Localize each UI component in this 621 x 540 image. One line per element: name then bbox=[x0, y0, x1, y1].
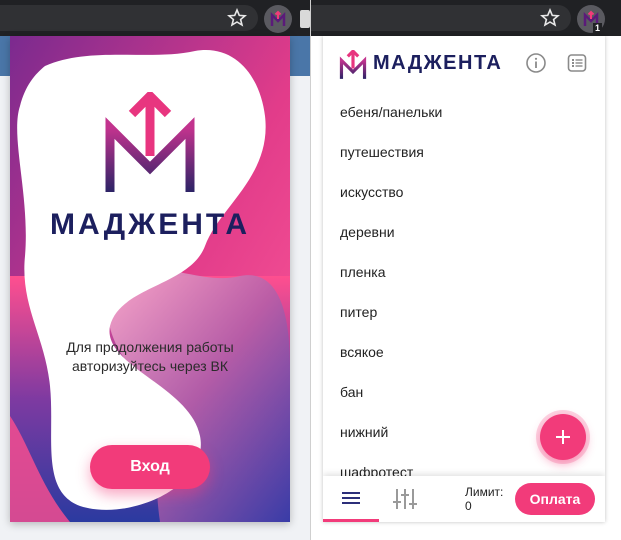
magenta-logo-icon bbox=[339, 50, 367, 79]
bottom-bar: Лимит: 0 Оплата bbox=[323, 476, 605, 522]
tag-item[interactable]: всякое bbox=[323, 332, 605, 372]
tab-edge bbox=[300, 10, 310, 28]
star-icon[interactable] bbox=[227, 8, 247, 28]
address-bar[interactable] bbox=[0, 5, 258, 31]
tag-item[interactable]: деревни bbox=[323, 212, 605, 252]
login-window: МАДЖЕНТА Для продолжения работы авторизу… bbox=[0, 0, 310, 540]
brand-title: МАДЖЕНТА bbox=[373, 52, 503, 74]
tab-filters[interactable] bbox=[381, 476, 431, 522]
brand-title: МАДЖЕНТА bbox=[49, 208, 251, 241]
login-popup: МАДЖЕНТА Для продолжения работы авторизу… bbox=[10, 36, 290, 522]
auth-message: Для продолжения работы авторизуйтесь чер… bbox=[40, 338, 260, 376]
tag-item[interactable]: бан bbox=[323, 372, 605, 412]
tag-item[interactable]: питер bbox=[323, 292, 605, 332]
extension-badge: 1 bbox=[593, 23, 603, 34]
tag-item[interactable]: пленка bbox=[323, 252, 605, 292]
magenta-logo-icon bbox=[105, 92, 195, 192]
sliders-icon bbox=[393, 489, 417, 509]
list-icon[interactable] bbox=[566, 52, 588, 74]
magenta-extension-icon[interactable] bbox=[264, 5, 292, 33]
pay-button[interactable]: Оплата bbox=[515, 483, 595, 515]
browser-toolbar bbox=[0, 0, 310, 36]
auth-message-line1: Для продолжения работы bbox=[66, 339, 234, 355]
star-icon[interactable] bbox=[540, 8, 560, 28]
tab-list[interactable] bbox=[323, 476, 379, 522]
add-tag-button[interactable] bbox=[540, 414, 586, 460]
auth-message-line2: авторизуйтесь через ВК bbox=[71, 358, 229, 374]
info-icon[interactable] bbox=[525, 52, 547, 74]
tag-item[interactable]: ебеня/панельки bbox=[323, 92, 605, 132]
tags-window: 1 МАДЖЕНТА ебеня/панельки путешествия ис… bbox=[311, 0, 621, 540]
list-lines-icon bbox=[342, 492, 360, 504]
browser-toolbar: 1 bbox=[311, 0, 621, 36]
address-bar[interactable] bbox=[311, 5, 571, 31]
tag-item[interactable]: путешествия bbox=[323, 132, 605, 172]
tag-item[interactable]: искусство bbox=[323, 172, 605, 212]
popup-header: МАДЖЕНТА bbox=[323, 36, 605, 92]
login-button[interactable]: Вход bbox=[90, 445, 210, 489]
limit-label: Лимит: bbox=[465, 485, 504, 499]
tags-popup: МАДЖЕНТА ебеня/панельки путешествия иску… bbox=[323, 36, 605, 522]
limit-value: 0 bbox=[465, 499, 472, 513]
